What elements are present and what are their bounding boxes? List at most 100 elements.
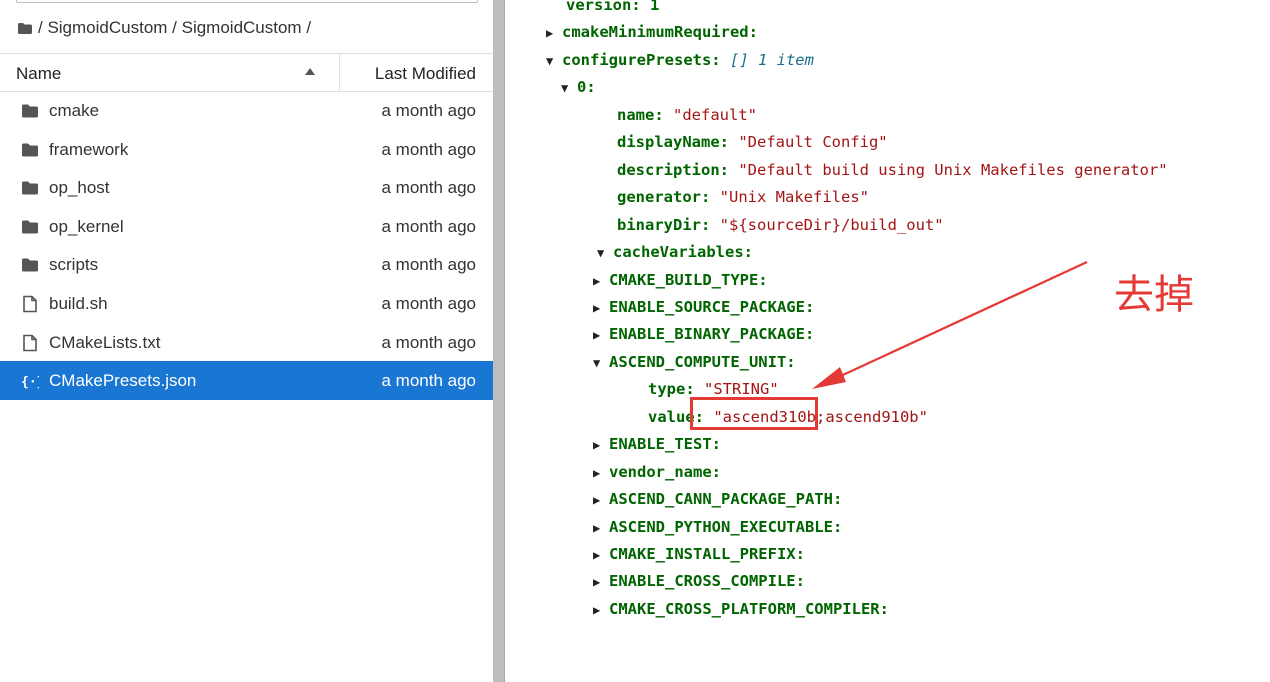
column-header-last-modified[interactable]: Last Modified bbox=[375, 64, 476, 84]
json-viewer: version: 1 ▶ cmakeMinimumRequired: ▼ configu… bbox=[505, 0, 1270, 682]
file-icon bbox=[21, 334, 39, 352]
json-row: ▶ CMAKE_CROSS_PLATFORM_COMPILER: bbox=[593, 598, 889, 620]
json-key: displayName: bbox=[617, 133, 729, 152]
json-row: ▶ ENABLE_CROSS_COMPILE: bbox=[593, 570, 805, 592]
collapse-toggle-icon[interactable]: ▶ bbox=[593, 489, 609, 511]
collapse-toggle-icon[interactable]: ▶ bbox=[593, 599, 609, 621]
file-list: cmake a month ago framework a month ago op_h… bbox=[0, 91, 493, 400]
file-name: CMakeLists.txt bbox=[49, 332, 161, 352]
file-modified: a month ago bbox=[381, 178, 476, 198]
file-name: op_kernel bbox=[49, 216, 124, 236]
json-key: name: bbox=[617, 105, 664, 124]
panel-splitter[interactable] bbox=[493, 0, 505, 682]
expand-toggle-icon[interactable]: ▼ bbox=[597, 242, 613, 264]
file-row[interactable]: cmake a month ago bbox=[0, 91, 493, 130]
json-row: ▼ 0: bbox=[561, 76, 596, 98]
json-row: ▶ ENABLE_SOURCE_PACKAGE: bbox=[593, 296, 814, 318]
json-key[interactable]: ENABLE_CROSS_COMPILE: bbox=[609, 572, 805, 590]
column-header-name[interactable]: Name bbox=[0, 54, 340, 91]
file-name: build.sh bbox=[49, 293, 108, 313]
folder-icon bbox=[21, 179, 39, 197]
sort-ascending-icon[interactable] bbox=[304, 67, 316, 77]
json-row: ▶ vendor_name: bbox=[593, 461, 721, 483]
json-row: binaryDir: "${sourceDir}/build_out" bbox=[617, 214, 944, 236]
collapse-toggle-icon[interactable]: ▶ bbox=[593, 324, 609, 346]
file-row[interactable]: op_host a month ago bbox=[0, 168, 493, 207]
file-row[interactable]: framework a month ago bbox=[0, 130, 493, 169]
json-key: binaryDir: bbox=[617, 215, 711, 234]
json-key[interactable]: ASCEND_PYTHON_EXECUTABLE: bbox=[609, 518, 842, 536]
folder-icon bbox=[21, 256, 39, 274]
json-value: 1 bbox=[650, 0, 660, 14]
json-key[interactable]: CMAKE_INSTALL_PREFIX: bbox=[609, 545, 805, 563]
file-row[interactable]: scripts a month ago bbox=[0, 245, 493, 284]
json-key[interactable]: ASCEND_COMPUTE_UNIT: bbox=[609, 353, 796, 371]
json-row: generator: "Unix Makefiles" bbox=[617, 186, 869, 208]
json-key: generator: bbox=[617, 188, 711, 207]
collapse-toggle-icon[interactable]: ▶ bbox=[546, 22, 562, 44]
file-modified: a month ago bbox=[381, 332, 476, 352]
json-key[interactable]: configurePresets: bbox=[562, 51, 721, 69]
expand-toggle-icon[interactable]: ▼ bbox=[546, 50, 562, 72]
file-name: CMakePresets.json bbox=[49, 371, 197, 391]
folder-icon bbox=[18, 22, 32, 34]
json-key[interactable]: ENABLE_TEST: bbox=[609, 435, 721, 453]
json-value: "STRING" bbox=[704, 380, 779, 399]
json-key[interactable]: vendor_name: bbox=[609, 463, 721, 481]
file-row[interactable]: op_kernel a month ago bbox=[0, 207, 493, 246]
json-row: ▼ cacheVariables: bbox=[597, 241, 753, 263]
file-list-header: Name Last Modified bbox=[0, 53, 493, 92]
file-modified: a month ago bbox=[381, 371, 476, 391]
file-browser-panel: / SigmoidCustom / SigmoidCustom / Name L… bbox=[0, 0, 493, 682]
json-value: "default" bbox=[673, 105, 758, 124]
json-row: ▼ configurePresets: [] 1 item bbox=[546, 49, 814, 71]
json-row: description: "Default build using Unix M… bbox=[617, 159, 1168, 181]
json-row: ▼ ASCEND_COMPUTE_UNIT: bbox=[593, 351, 796, 373]
json-row: ▶ CMAKE_BUILD_TYPE: bbox=[593, 269, 768, 291]
annotation-label: 去掉 bbox=[1114, 272, 1194, 318]
file-row[interactable]: build.sh a month ago bbox=[0, 284, 493, 323]
collapse-toggle-icon[interactable]: ▶ bbox=[593, 517, 609, 539]
file-name: framework bbox=[49, 139, 129, 159]
folder-icon bbox=[21, 102, 39, 120]
collapse-toggle-icon[interactable]: ▶ bbox=[593, 270, 609, 292]
json-key: version: bbox=[566, 0, 641, 14]
json-row: name: "default" bbox=[617, 104, 757, 126]
file-row[interactable]: {·} CMakePresets.json a month ago bbox=[0, 361, 493, 400]
file-modified: a month ago bbox=[381, 255, 476, 275]
file-name: scripts bbox=[49, 255, 99, 275]
json-value: "Default build using Unix Makefiles gene… bbox=[738, 160, 1168, 179]
highlight-rectangle bbox=[690, 397, 818, 430]
filter-input[interactable] bbox=[16, 0, 478, 3]
json-key[interactable]: cacheVariables: bbox=[613, 243, 753, 261]
breadcrumb-path[interactable]: / SigmoidCustom / SigmoidCustom / bbox=[38, 18, 311, 38]
expand-toggle-icon[interactable]: ▼ bbox=[593, 352, 609, 374]
column-name-label: Name bbox=[16, 64, 62, 83]
json-key[interactable]: ENABLE_SOURCE_PACKAGE: bbox=[609, 298, 814, 316]
file-icon bbox=[21, 295, 39, 313]
file-name: cmake bbox=[49, 101, 100, 120]
json-key[interactable]: 0: bbox=[577, 78, 596, 96]
collapse-toggle-icon[interactable]: ▶ bbox=[593, 571, 609, 593]
json-key[interactable]: ENABLE_BINARY_PACKAGE: bbox=[609, 325, 814, 343]
json-icon: {·} bbox=[21, 372, 44, 390]
json-key[interactable]: CMAKE_CROSS_PLATFORM_COMPILER: bbox=[609, 600, 889, 618]
collapse-toggle-icon[interactable]: ▶ bbox=[593, 462, 609, 484]
json-row: ▶ ENABLE_BINARY_PACKAGE: bbox=[593, 323, 814, 345]
json-value: "${sourceDir}/build_out" bbox=[719, 215, 944, 234]
folder-icon bbox=[21, 218, 39, 236]
json-key: description: bbox=[617, 160, 729, 179]
json-row: ▶ cmakeMinimumRequired: bbox=[546, 21, 758, 43]
json-key[interactable]: ASCEND_CANN_PACKAGE_PATH: bbox=[609, 490, 842, 508]
file-modified: a month ago bbox=[381, 139, 476, 159]
collapse-toggle-icon[interactable]: ▶ bbox=[593, 544, 609, 566]
file-modified: a month ago bbox=[381, 216, 476, 236]
json-value: "Unix Makefiles" bbox=[719, 188, 869, 207]
json-value: "Default Config" bbox=[738, 133, 888, 152]
json-key[interactable]: CMAKE_BUILD_TYPE: bbox=[609, 271, 768, 289]
file-row[interactable]: CMakeLists.txt a month ago bbox=[0, 323, 493, 362]
expand-toggle-icon[interactable]: ▼ bbox=[561, 77, 577, 99]
collapse-toggle-icon[interactable]: ▶ bbox=[593, 434, 609, 456]
json-key[interactable]: cmakeMinimumRequired: bbox=[562, 23, 758, 41]
collapse-toggle-icon[interactable]: ▶ bbox=[593, 297, 609, 319]
